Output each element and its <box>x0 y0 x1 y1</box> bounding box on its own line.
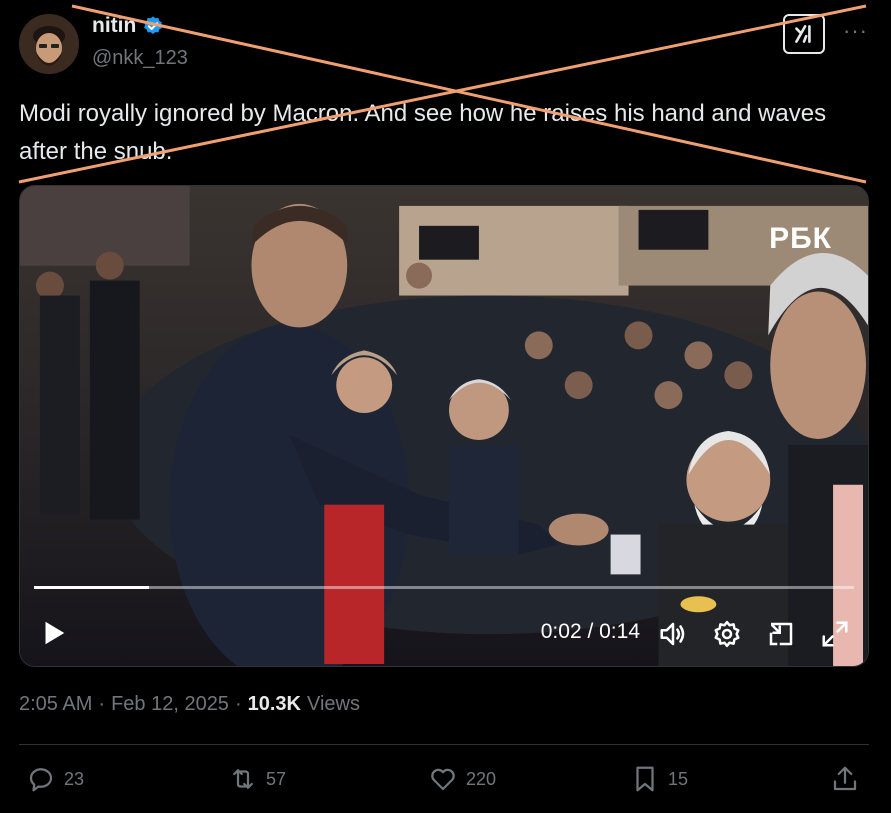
verified-icon <box>144 16 163 34</box>
repost-button[interactable]: 57 <box>228 764 286 794</box>
play-icon[interactable] <box>38 618 68 648</box>
like-icon <box>431 768 455 791</box>
settings-icon[interactable] <box>712 619 742 649</box>
tweet-time[interactable]: 2:05 AM <box>19 693 92 716</box>
volume-icon[interactable] <box>658 619 688 649</box>
author-handle[interactable]: @nkk_123 <box>92 47 188 70</box>
tweet-date[interactable]: Feb 12, 2025 <box>111 693 229 716</box>
meta-separator: · <box>234 693 242 715</box>
more-icon[interactable]: ··· <box>843 18 868 44</box>
views-count: 10.3K <box>247 693 301 715</box>
tweet-text: Modi royally ignored by Macron. And see … <box>19 100 827 165</box>
meta-separator: · <box>98 693 106 715</box>
reply-button[interactable]: 23 <box>26 764 84 794</box>
divider <box>19 744 869 745</box>
author-name-row[interactable]: nitin <box>92 14 164 38</box>
like-count: 220 <box>466 768 497 789</box>
bookmark-count: 15 <box>668 768 689 789</box>
share-icon <box>833 766 857 791</box>
video-player[interactable]: РБК 0:02 / 0:14 <box>19 185 869 667</box>
video-progress-fill <box>34 586 149 589</box>
video-progress-track[interactable] <box>34 586 854 589</box>
tweet-meta: 2:05 AM · Feb 12, 2025 · 10.3K Views <box>19 693 360 716</box>
reply-count: 23 <box>64 768 85 789</box>
video-time: 0:02 / 0:14 <box>540 620 640 643</box>
picture-in-picture-icon[interactable] <box>766 619 796 649</box>
share-button[interactable] <box>830 764 860 794</box>
bookmark-button[interactable]: 15 <box>630 764 688 794</box>
bookmark-icon <box>636 766 654 792</box>
fullscreen-icon[interactable] <box>820 619 850 649</box>
display-name[interactable]: nitin <box>92 14 136 38</box>
repost-count: 57 <box>266 768 287 789</box>
video-watermark: РБК <box>769 222 832 255</box>
like-button[interactable]: 220 <box>428 764 496 794</box>
repost-icon <box>233 769 253 789</box>
grok-icon[interactable] <box>783 14 825 54</box>
video-frame <box>20 186 868 666</box>
views-label: Views <box>306 693 360 715</box>
avatar[interactable] <box>19 14 79 74</box>
reply-icon <box>29 768 53 792</box>
